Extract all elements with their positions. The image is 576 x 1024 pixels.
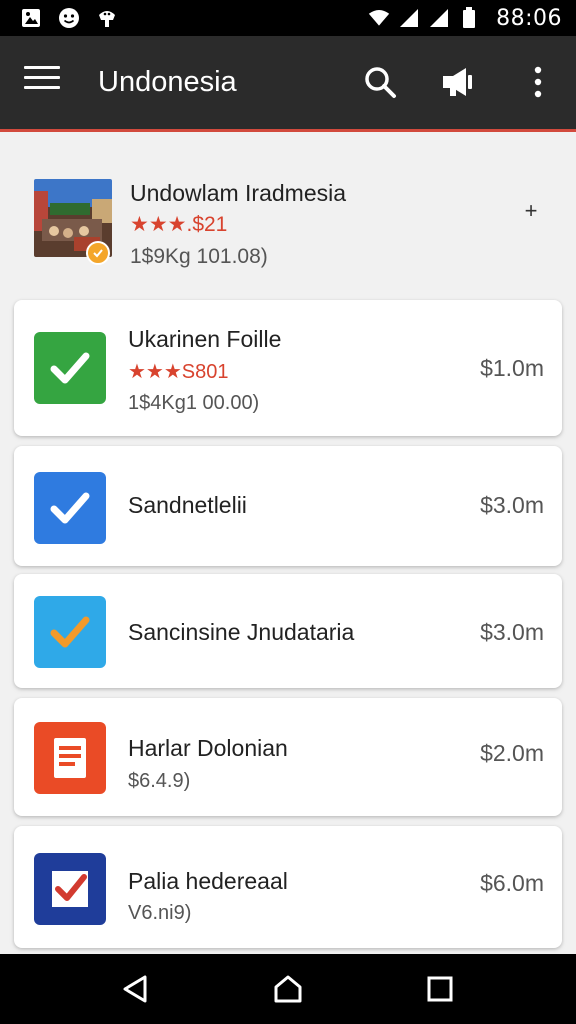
megaphone-icon[interactable]: [438, 62, 478, 102]
item-price: $6.0m: [480, 870, 544, 896]
item-meta: V6.ni9): [128, 902, 192, 924]
item-rating: ★★★S801: [128, 361, 229, 383]
smiley-icon: [58, 7, 80, 29]
menu-icon[interactable]: [24, 66, 60, 96]
lightblue-orange-check-icon: [34, 596, 106, 668]
list-item[interactable]: Sancinsine Jnudataria $3.0m: [14, 574, 562, 688]
featured-title: Undowlam Iradmesia: [130, 180, 347, 206]
recents-icon[interactable]: [420, 969, 460, 1009]
navy-check-icon: [34, 853, 106, 925]
android-debug-icon: [96, 7, 118, 29]
featured-rating: ★★★.$21: [130, 213, 228, 236]
item-title: Sancinsine Jnudataria: [128, 619, 355, 645]
item-title: Ukarinen Foille: [128, 326, 282, 352]
status-left: [20, 7, 118, 29]
status-bar: 88:06: [0, 0, 576, 36]
item-price: $3.0m: [480, 619, 544, 645]
list-item[interactable]: Palia hedereaal V6.ni9) $6.0m: [14, 826, 562, 948]
more-vert-icon[interactable]: [518, 62, 558, 102]
item-title: Sandnetlelii: [128, 492, 247, 518]
item-meta: 1$4Kg1 00.00): [128, 392, 260, 414]
app-title: Undonesia: [98, 66, 237, 98]
list-item[interactable]: Harlar Dolonian $6.4.9) $2.0m: [14, 698, 562, 816]
list-item[interactable]: Sandnetlelii $3.0m: [14, 446, 562, 566]
item-meta: $6.4.9): [128, 770, 191, 792]
list-item[interactable]: Ukarinen Foille ★★★S801 1$4Kg1 00.00) $1…: [14, 300, 562, 436]
item-title: Palia hedereaal: [128, 868, 288, 894]
green-check-icon: [34, 332, 106, 404]
wifi-icon: [368, 7, 390, 29]
app-bar: Undonesia: [0, 36, 576, 132]
featured-item[interactable]: Undowlam Iradmesia ★★★.$21 1$9Kg 101.08)…: [0, 150, 576, 282]
blue-check-icon: [34, 472, 106, 544]
verified-badge-icon: [86, 241, 110, 265]
home-icon[interactable]: [268, 969, 308, 1009]
status-time: 88:06: [496, 5, 562, 31]
signal-icon-2: [428, 7, 450, 29]
back-icon[interactable]: [116, 969, 156, 1009]
battery-icon: [458, 7, 480, 29]
signal-icon: [398, 7, 420, 29]
item-price: $1.0m: [480, 355, 544, 381]
search-icon[interactable]: [360, 62, 400, 102]
status-right: 88:06: [368, 6, 562, 31]
featured-meta: 1$9Kg 101.08): [130, 245, 268, 268]
item-price: $3.0m: [480, 492, 544, 518]
item-price: $2.0m: [480, 740, 544, 766]
add-icon[interactable]: +: [520, 198, 542, 224]
image-icon: [20, 7, 42, 29]
document-icon: [34, 722, 106, 794]
item-title: Harlar Dolonian: [128, 735, 288, 761]
navigation-bar: [0, 954, 576, 1024]
